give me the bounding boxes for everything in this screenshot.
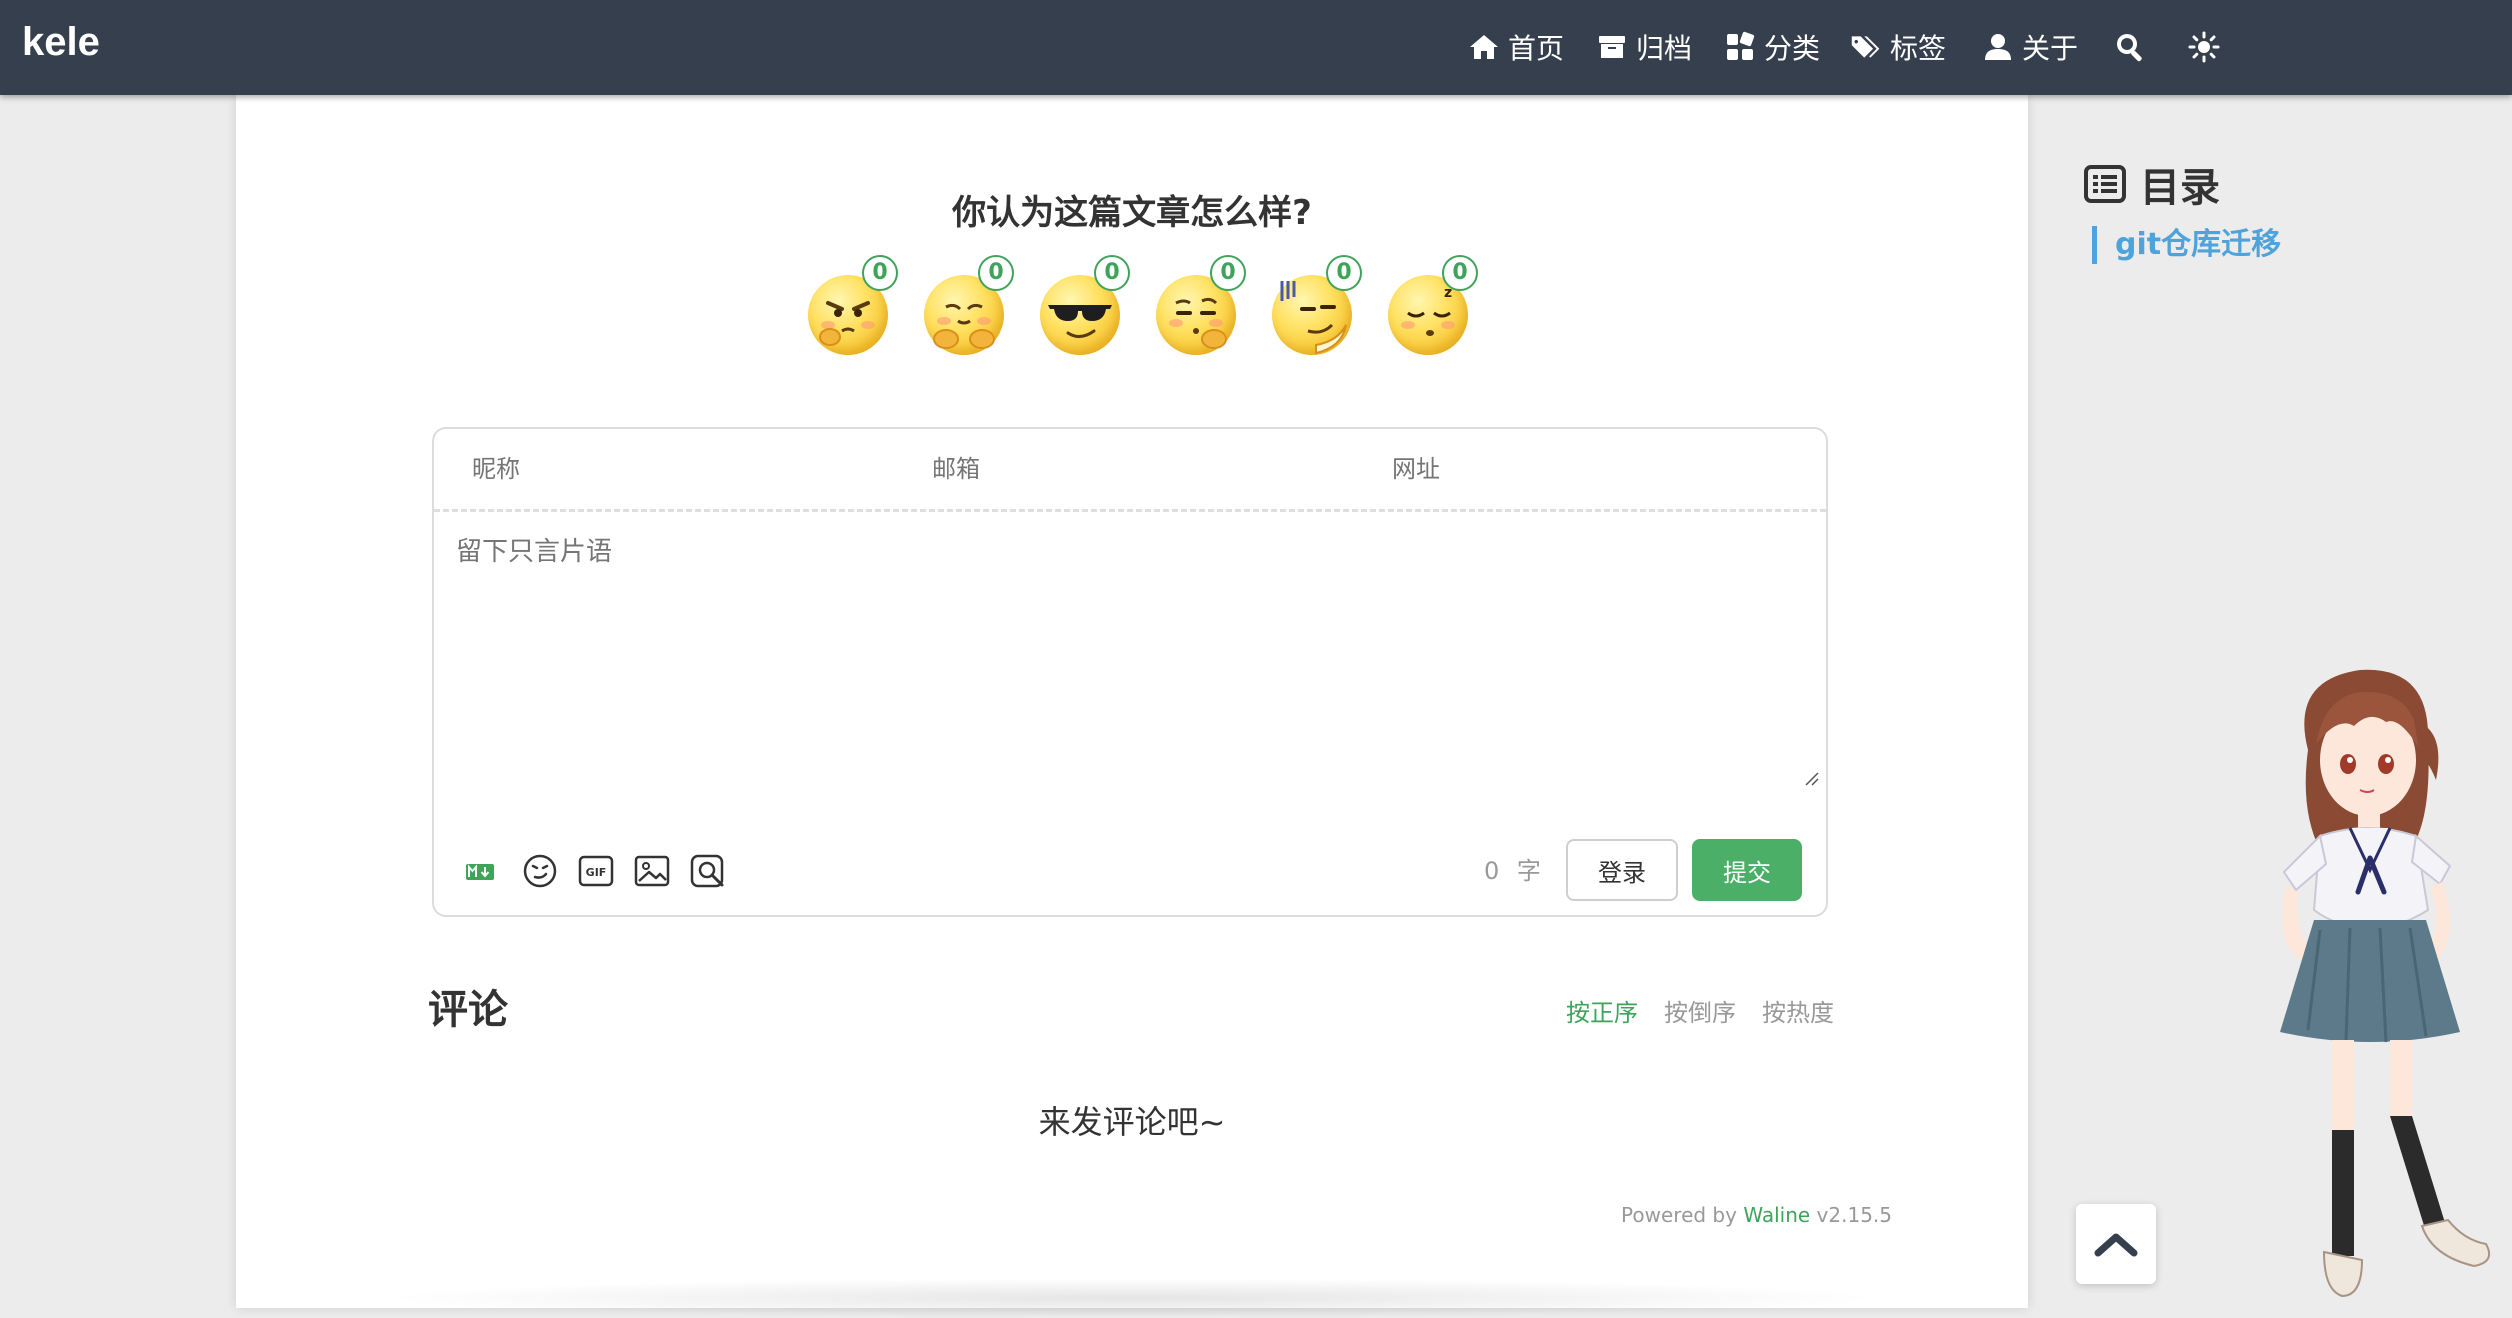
sort-descending-tab[interactable]: 按倒序 xyxy=(1664,993,1736,1028)
sort-ascending-tab[interactable]: 按正序 xyxy=(1566,993,1638,1028)
resize-grip-icon[interactable] xyxy=(1804,771,1820,787)
reaction-count-badge: 0 xyxy=(1442,255,1478,291)
reaction-title: 你认为这篇文章怎么样? xyxy=(952,193,1312,233)
reaction-smug-sweat[interactable]: 0 xyxy=(1260,255,1362,355)
reaction-sleeping[interactable]: zz 0 xyxy=(1376,255,1478,355)
home-icon xyxy=(1470,35,1498,59)
word-count-value: 0 xyxy=(1484,857,1500,885)
markdown-button[interactable] xyxy=(460,851,500,891)
markdown-icon xyxy=(466,864,494,880)
chevron-up-icon xyxy=(2094,1233,2138,1257)
nav-search-button[interactable] xyxy=(2114,26,2146,68)
powered-by: Powered by Waline v2.15.5 xyxy=(1576,1203,1892,1227)
nick-input[interactable] xyxy=(470,448,774,490)
nick-field[interactable] xyxy=(470,429,774,509)
reaction-angry-thinking[interactable]: 0 xyxy=(796,255,898,355)
powered-prefix: Powered by xyxy=(1621,1203,1737,1227)
empty-comments-message: 来发评论吧~ xyxy=(1038,1103,1226,1141)
list-icon xyxy=(2084,165,2126,203)
archive-icon xyxy=(1599,36,1625,58)
image-upload-button[interactable] xyxy=(632,851,672,891)
navbar: kele 首页 归档 分类 标签 关于 xyxy=(0,0,2512,95)
nav-home-label: 首页 xyxy=(1508,32,1565,65)
preview-icon xyxy=(690,854,724,888)
theme-toggle-button[interactable] xyxy=(2188,26,2220,68)
nav-home[interactable]: 首页 xyxy=(1468,26,1564,68)
waline-link[interactable]: Waline xyxy=(1743,1203,1810,1227)
comment-editor: GIF 0 字 登录 提交 xyxy=(432,427,1828,917)
nav-about[interactable]: 关于 xyxy=(1982,26,2078,68)
live2d-mascot-image[interactable] xyxy=(2250,660,2512,1308)
toc-item-git-migration[interactable]: git仓库迁移 xyxy=(2092,226,2281,264)
mail-field[interactable] xyxy=(930,429,1234,509)
word-counter: 0 字 xyxy=(1484,851,1541,891)
nav-categories[interactable]: 分类 xyxy=(1724,26,1820,68)
reaction-hugging[interactable]: 0 xyxy=(912,255,1014,355)
reaction-count-badge: 0 xyxy=(1210,255,1246,291)
emoji-button[interactable] xyxy=(520,851,560,891)
reaction-sunglasses[interactable]: 0 xyxy=(1028,255,1130,355)
categories-icon xyxy=(1727,31,1755,60)
search-icon xyxy=(2117,34,2142,62)
reaction-count-badge: 0 xyxy=(862,255,898,291)
reaction-count-badge: 0 xyxy=(1094,255,1130,291)
back-to-top-button[interactable] xyxy=(2076,1204,2156,1284)
reaction-count-badge: 0 xyxy=(1326,255,1362,291)
tags-icon xyxy=(1851,36,1880,58)
preview-button[interactable] xyxy=(688,851,728,891)
nav-about-label: 关于 xyxy=(2022,32,2079,65)
nav-archive-label: 归档 xyxy=(1636,32,1693,65)
link-field[interactable] xyxy=(1390,429,1694,509)
sun-icon xyxy=(2188,31,2220,63)
reaction-thinking[interactable]: 0 xyxy=(1144,255,1246,355)
comments-title: 评论 xyxy=(428,987,508,1033)
site-brand[interactable]: kele xyxy=(22,20,100,65)
login-button[interactable]: 登录 xyxy=(1566,839,1678,901)
nav-categories-label: 分类 xyxy=(1764,32,1821,65)
emoji-icon xyxy=(523,854,557,888)
comment-textarea[interactable] xyxy=(454,529,1808,783)
svg-text:GIF: GIF xyxy=(586,866,607,879)
submit-button[interactable]: 提交 xyxy=(1692,839,1802,901)
toc-title-label: 目录 xyxy=(2140,165,2220,211)
user-icon xyxy=(1985,34,2011,60)
nav-tags-label: 标签 xyxy=(1890,32,1947,65)
comment-meta-row xyxy=(434,429,1826,512)
nav-archive[interactable]: 归档 xyxy=(1596,26,1692,68)
post-card: 你认为这篇文章怎么样? 0 0 0 0 0 z 0 昵称 邮箱 网址 留下只言片… xyxy=(236,95,2028,1318)
waline-version: v2.15.5 xyxy=(1816,1203,1892,1227)
toc-title: 目录 xyxy=(2084,155,2220,213)
nav-tags[interactable]: 标签 xyxy=(1850,26,1946,68)
email-input[interactable] xyxy=(930,448,1234,490)
sort-popular-tab[interactable]: 按热度 xyxy=(1762,993,1834,1028)
reaction-count-badge: 0 xyxy=(978,255,1014,291)
reaction-list: 0 0 0 0 0 z 0 xyxy=(796,255,1478,355)
image-icon xyxy=(634,855,670,887)
gif-icon: GIF xyxy=(578,855,614,887)
word-count-unit: 字 xyxy=(1516,857,1541,885)
url-input[interactable] xyxy=(1390,448,1694,490)
gif-button[interactable]: GIF xyxy=(576,851,616,891)
